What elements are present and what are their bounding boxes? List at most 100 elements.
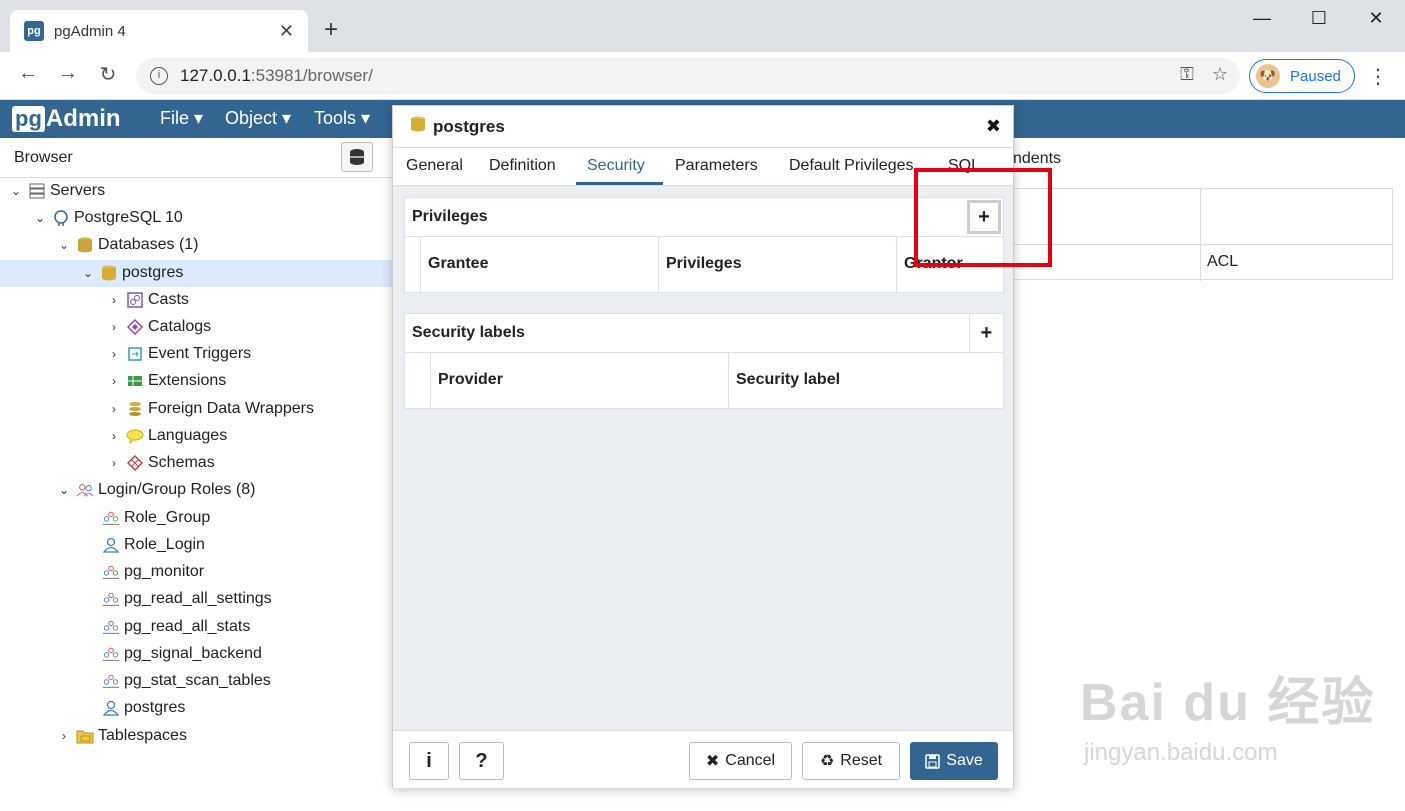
selected-tree-row — [0, 260, 392, 287]
site-info-icon[interactable]: i — [150, 67, 168, 85]
column-grantee: Grantee — [420, 237, 658, 292]
tree-node-postgres-role[interactable]: postgres — [82, 695, 185, 721]
properties-table: ACL — [1013, 188, 1393, 281]
chrome-toolbar: ← → ↻ i 127.0.0.1:53981/browser/ ⚿ ☆ 🐶 P… — [0, 52, 1405, 100]
browser-panel-header: Browser — [0, 138, 392, 178]
minimize-icon[interactable]: — — [1247, 8, 1277, 29]
reload-icon[interactable]: ↻ — [94, 62, 122, 87]
tree-node-tablespaces[interactable]: › Tablespaces — [56, 723, 187, 749]
schemas-icon — [126, 454, 144, 472]
browser-tab[interactable]: pg pgAdmin 4 ✕ — [10, 10, 308, 52]
tree-node-databases[interactable]: ⌄ Databases (1) — [56, 232, 199, 258]
profile-button[interactable]: 🐶 Paused — [1249, 59, 1355, 93]
tab-security[interactable]: Security — [587, 157, 645, 175]
add-security-label-button[interactable]: + — [969, 314, 1003, 352]
chevron-right-icon[interactable]: › — [106, 347, 122, 361]
chevron-right-icon[interactable]: › — [106, 456, 122, 470]
bookmark-star-icon[interactable]: ☆ — [1212, 64, 1228, 85]
chevron-right-icon[interactable]: › — [56, 729, 72, 743]
tree-node-fdw[interactable]: › Foreign Data Wrappers — [106, 396, 314, 422]
menu-object[interactable]: Object ▾ — [225, 108, 291, 129]
tree-node-schemas[interactable]: › Schemas — [106, 450, 215, 476]
close-window-icon[interactable]: ✕ — [1361, 8, 1391, 29]
fdw-icon — [126, 400, 144, 418]
tree-node-servers[interactable]: ⌄ Servers — [8, 178, 105, 204]
logo-admin: Admin — [45, 105, 121, 132]
chevron-down-icon[interactable]: ⌄ — [56, 483, 72, 497]
tree-node-pg-read-all-stats[interactable]: pg_read_all_stats — [82, 614, 250, 640]
chevron-down-icon[interactable]: ⌄ — [32, 211, 48, 225]
dialog-title: postgres — [433, 116, 505, 136]
browser-panel-title: Browser — [14, 149, 73, 166]
login-role-icon — [102, 536, 120, 554]
highlight-annotation — [914, 168, 1052, 267]
chevron-right-icon[interactable]: › — [106, 320, 122, 334]
help-button[interactable]: ? — [459, 742, 504, 780]
watermark-site: jingyan.baidu.com — [1084, 739, 1278, 766]
key-icon[interactable]: ⚿ — [1180, 64, 1194, 85]
dialog-footer: i ? ✖ Cancel ♻ Reset Save — [393, 730, 1013, 788]
menu-file[interactable]: File ▾ — [160, 108, 203, 129]
reset-button[interactable]: ♻ Reset — [802, 742, 900, 780]
login-role-icon — [102, 699, 120, 717]
tree-node-roles[interactable]: ⌄ Login/Group Roles (8) — [56, 477, 255, 503]
tablespaces-icon — [76, 727, 94, 745]
chevron-right-icon[interactable]: › — [106, 374, 122, 388]
tree-node-pg-signal-backend[interactable]: pg_signal_backend — [82, 641, 262, 667]
tree-node-languages[interactable]: › Languages — [106, 423, 227, 449]
acl-column-header: ACL — [1207, 253, 1239, 270]
url-path: :53981/browser/ — [250, 66, 373, 85]
column-privileges: Privileges — [658, 237, 896, 292]
tree-node-pg-monitor[interactable]: pg_monitor — [82, 559, 204, 585]
tree-node-extensions[interactable]: › Extensions — [106, 368, 226, 394]
tree-node-postgresql[interactable]: ⌄ PostgreSQL 10 — [32, 205, 183, 231]
group-role-icon — [102, 509, 120, 527]
chevron-right-icon[interactable]: › — [106, 293, 122, 307]
tab-dependents-partial[interactable]: ndents — [1013, 150, 1061, 168]
cancel-button[interactable]: ✖ Cancel — [689, 742, 792, 780]
profile-status: Paused — [1290, 67, 1341, 85]
tree-node-role-group[interactable]: Role_Group — [82, 505, 210, 531]
tree-node-pg-stat-scan-tables[interactable]: pg_stat_scan_tables — [82, 668, 271, 694]
menu-tools[interactable]: Tools ▾ — [314, 108, 370, 129]
security-labels-title: Security labels — [412, 324, 525, 341]
column-security-label: Security label — [728, 353, 1003, 408]
close-icon: ✖ — [705, 753, 720, 770]
new-tab-icon[interactable]: + — [324, 18, 338, 42]
group-role-icon — [102, 645, 120, 663]
database-stack-icon — [350, 149, 364, 165]
forward-icon[interactable]: → — [54, 62, 82, 85]
tab-parameters[interactable]: Parameters — [675, 157, 758, 175]
elephant-icon — [52, 209, 70, 227]
tab-default-privileges[interactable]: Default Privileges — [789, 157, 914, 175]
save-button[interactable]: Save — [910, 742, 998, 780]
tab-title: pgAdmin 4 — [54, 22, 126, 40]
database-icon — [409, 116, 427, 137]
back-icon[interactable]: ← — [14, 62, 42, 85]
chevron-right-icon[interactable]: › — [106, 402, 122, 416]
tree-node-postgres-db[interactable]: ⌄ postgres — [80, 260, 183, 286]
chevron-down-icon[interactable]: ⌄ — [56, 238, 72, 252]
close-dialog-icon[interactable]: ✖ — [986, 116, 1001, 137]
tree-node-pg-read-all-settings[interactable]: pg_read_all_settings — [82, 586, 272, 612]
tab-definition[interactable]: Definition — [489, 157, 556, 175]
chevron-down-icon[interactable]: ⌄ — [8, 184, 24, 198]
tab-general[interactable]: General — [406, 157, 463, 175]
close-tab-icon[interactable]: ✕ — [279, 21, 294, 42]
security-labels-panel: Security labels + Provider Security labe… — [404, 313, 1004, 409]
tree-node-role-login[interactable]: Role_Login — [82, 532, 205, 558]
info-button[interactable]: i — [409, 742, 449, 780]
languages-icon — [126, 427, 144, 445]
pgadmin-logo[interactable]: pg Admin — [12, 104, 121, 134]
security-labels-header: Security labels + — [405, 314, 1003, 353]
address-bar[interactable]: i 127.0.0.1:53981/browser/ ⚿ ☆ — [136, 58, 1240, 94]
chevron-right-icon[interactable]: › — [106, 429, 122, 443]
maximize-icon[interactable]: ☐ — [1304, 8, 1334, 29]
tree-node-casts[interactable]: › Casts — [106, 287, 189, 313]
chevron-down-icon[interactable]: ⌄ — [80, 266, 96, 280]
chrome-menu-icon[interactable]: ⋮ — [1368, 64, 1388, 89]
catalogs-icon — [126, 318, 144, 336]
tree-node-event-triggers[interactable]: › Event Triggers — [106, 341, 251, 367]
query-tool-button[interactable] — [341, 142, 373, 172]
tree-node-catalogs[interactable]: › Catalogs — [106, 314, 211, 340]
